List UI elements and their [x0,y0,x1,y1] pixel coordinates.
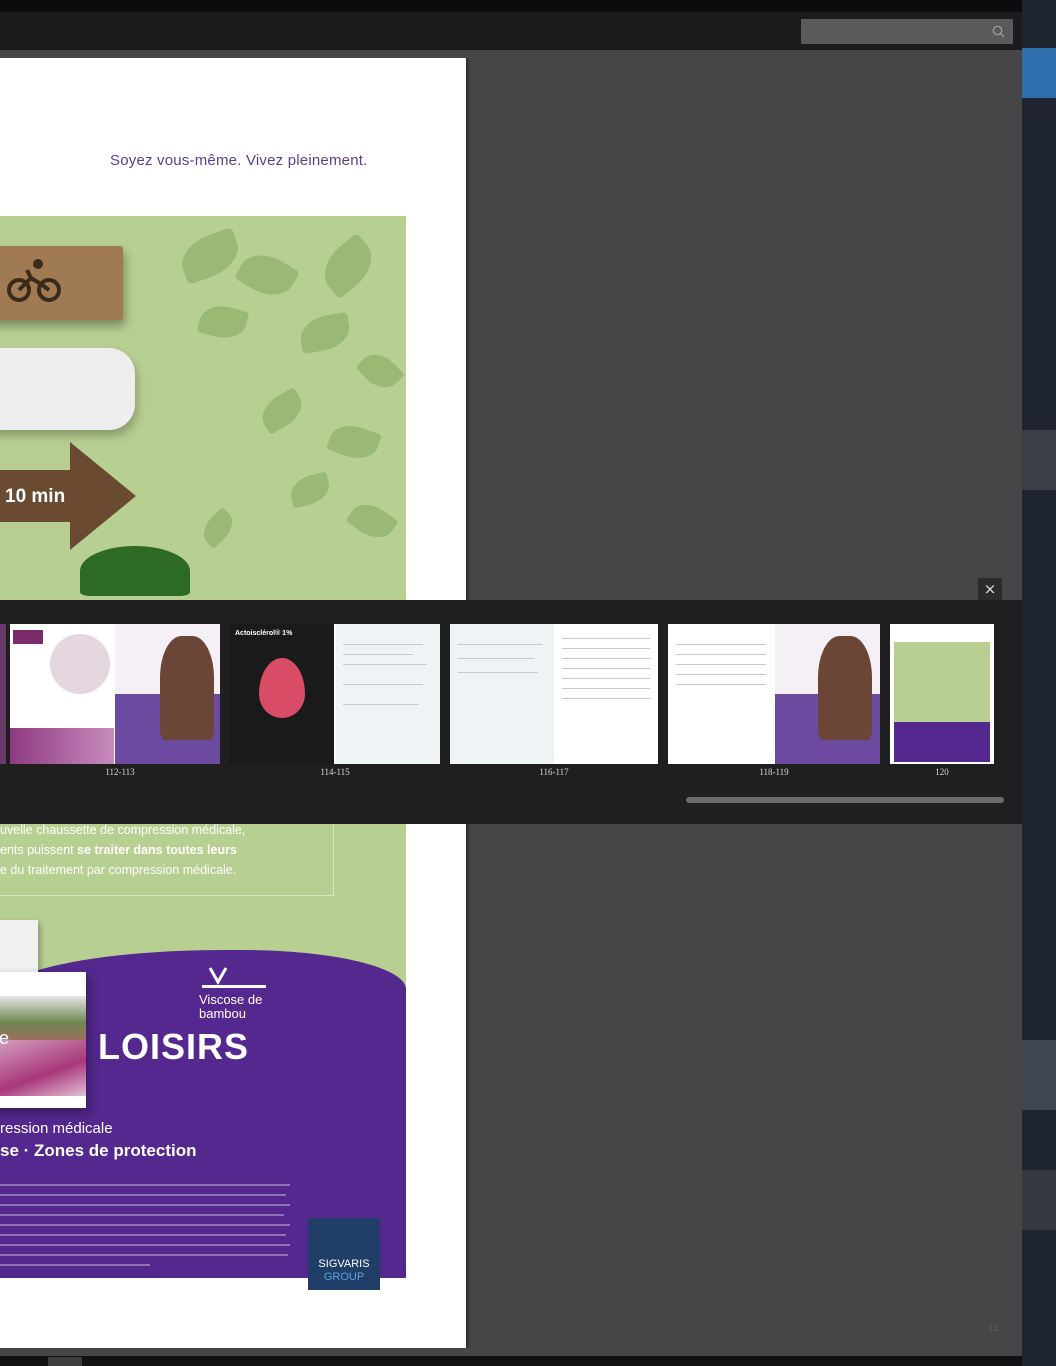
thumbnail-partial[interactable] [0,624,6,764]
product-box-photo [0,996,86,1040]
thumbnail-label: 116-117 [539,767,569,777]
bottom-bar-button[interactable] [48,1357,82,1366]
fine-print [0,1224,290,1226]
ad-description: uvelle chaussette de compression médical… [0,820,330,880]
edge-fragment [1022,1040,1056,1110]
fine-print [0,1254,288,1256]
thumbnail-label: 118-119 [759,767,789,777]
thumbnail-label: 114-115 [320,767,350,777]
thumbnail-114-115[interactable]: Actoisclérol® 1% [229,624,440,764]
wooden-sign [0,246,123,320]
edge-fragment [1022,48,1056,98]
product-box-label: ve [0,1028,10,1048]
fine-print [0,1244,290,1246]
fine-print [0,1234,286,1236]
logo-text: SIGVARIS [318,1258,370,1270]
description-line: ents puissent se traiter dans toutes leu… [0,840,330,860]
product-box: s ve [0,972,86,1108]
search-icon[interactable] [992,25,1005,38]
thumbnail-112-113[interactable] [10,624,220,764]
thumbnail-120[interactable] [890,624,994,764]
bamboo-label: Viscose de bambou [199,992,263,1021]
background-window-edge [1022,0,1056,1366]
fine-print [0,1204,290,1206]
thumbnail-scroll-thumb[interactable] [686,797,1004,803]
search-box[interactable] [801,19,1013,44]
brand-title: LOISIRS [98,1026,250,1067]
fine-print [0,1264,150,1266]
product-features: se · Zones de protection [0,1141,197,1160]
thumbnail-label: 120 [935,767,949,777]
edge-fragment [1022,430,1056,490]
thumbnail-label: 112-113 [105,767,135,777]
logo-text: GROUP [323,1271,365,1283]
page-number: 11 [988,1322,1000,1334]
fine-print [0,1194,286,1196]
bottom-bar [0,1356,1022,1366]
edge-fragment [1022,1170,1056,1230]
description-text: ents puissent [0,843,78,857]
product-box-band [0,1040,86,1096]
description-emphasis: se traiter dans toutes leurs [77,843,237,857]
search-input[interactable] [807,22,987,41]
sigvaris-logo: SIGVARIS GROUP [308,1218,380,1290]
app-window: Soyez vous-même. Vivez pleinement. 10 mi… [0,0,1056,1366]
fine-print [0,1214,284,1216]
close-thumbnails-button[interactable]: × [978,578,1002,600]
product-subline: ression médicale [0,1120,113,1137]
fine-print [0,1184,290,1186]
compression-sock-photo [0,348,135,430]
arrow-sign-label: 10 min [5,486,66,507]
thumbnail-116-117[interactable] [450,624,658,764]
thumbnail-118-119[interactable] [668,624,880,764]
bicycle-icon [7,259,61,302]
bamboo-icon [202,967,266,988]
page-tagline: Soyez vous-même. Vivez pleinement. [110,152,368,169]
thumbnail-heading: Actoisclérol® 1% [235,630,293,637]
description-line: e du traitement par compression médicale… [0,863,237,877]
